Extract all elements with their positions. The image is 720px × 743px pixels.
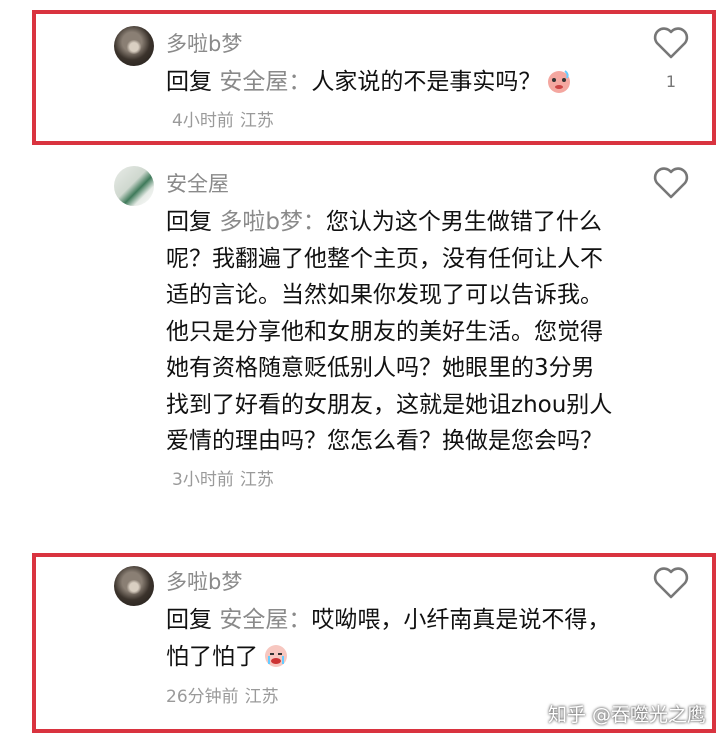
comment-location: 江苏 <box>239 110 274 131</box>
comment-time: 26分钟前 <box>166 687 239 707</box>
like-heart-icon[interactable] <box>652 26 690 60</box>
comment-location: 江苏 <box>244 687 279 707</box>
like-heart-icon[interactable] <box>652 166 690 200</box>
avatar[interactable] <box>114 566 154 606</box>
comment-text: 回复 安全屋：哎呦喂，小纤南真是说不得，怕了怕了 <box>166 602 616 675</box>
comment-time: 4小时前 <box>172 110 234 131</box>
comment-location: 江苏 <box>239 469 274 490</box>
avatar[interactable] <box>114 26 154 66</box>
embarrassed-face-emoji <box>548 70 571 93</box>
crying-face-emoji <box>265 644 287 667</box>
reply-label: 回复 <box>166 209 212 235</box>
comment-time: 3小时前 <box>172 469 234 490</box>
comment-username[interactable]: 多啦b梦 <box>166 566 242 596</box>
reply-target[interactable]: 安全屋： <box>219 69 311 95</box>
comment-username[interactable]: 多啦b梦 <box>166 28 242 58</box>
reply-label: 回复 <box>166 607 212 633</box>
comment-body: 人家说的不是事实吗？ <box>311 69 542 95</box>
reply-label: 回复 <box>166 69 212 95</box>
reply-target[interactable]: 安全屋： <box>219 607 311 633</box>
like-heart-icon[interactable] <box>652 566 690 600</box>
comment-body: 您认为这个男生做错了什么呢？我翻遍了他整个主页，没有任何让人不适的言论。当然如果… <box>166 209 613 454</box>
watermark: 知乎 @吞噬光之鹰 <box>547 704 706 726</box>
like-count: 1 <box>665 72 677 91</box>
reply-target[interactable]: 多啦b梦： <box>219 209 326 235</box>
comment-text: 回复 安全屋：人家说的不是事实吗？ 4小时前 江苏 <box>166 64 636 139</box>
avatar[interactable] <box>114 166 154 206</box>
comment-text: 回复 多啦b梦：您认为这个男生做错了什么呢？我翻遍了他整个主页，没有任何让人不适… <box>166 204 616 498</box>
comment-username[interactable]: 安全屋 <box>166 168 229 198</box>
comment-meta: 26分钟前 江苏 <box>160 682 279 707</box>
